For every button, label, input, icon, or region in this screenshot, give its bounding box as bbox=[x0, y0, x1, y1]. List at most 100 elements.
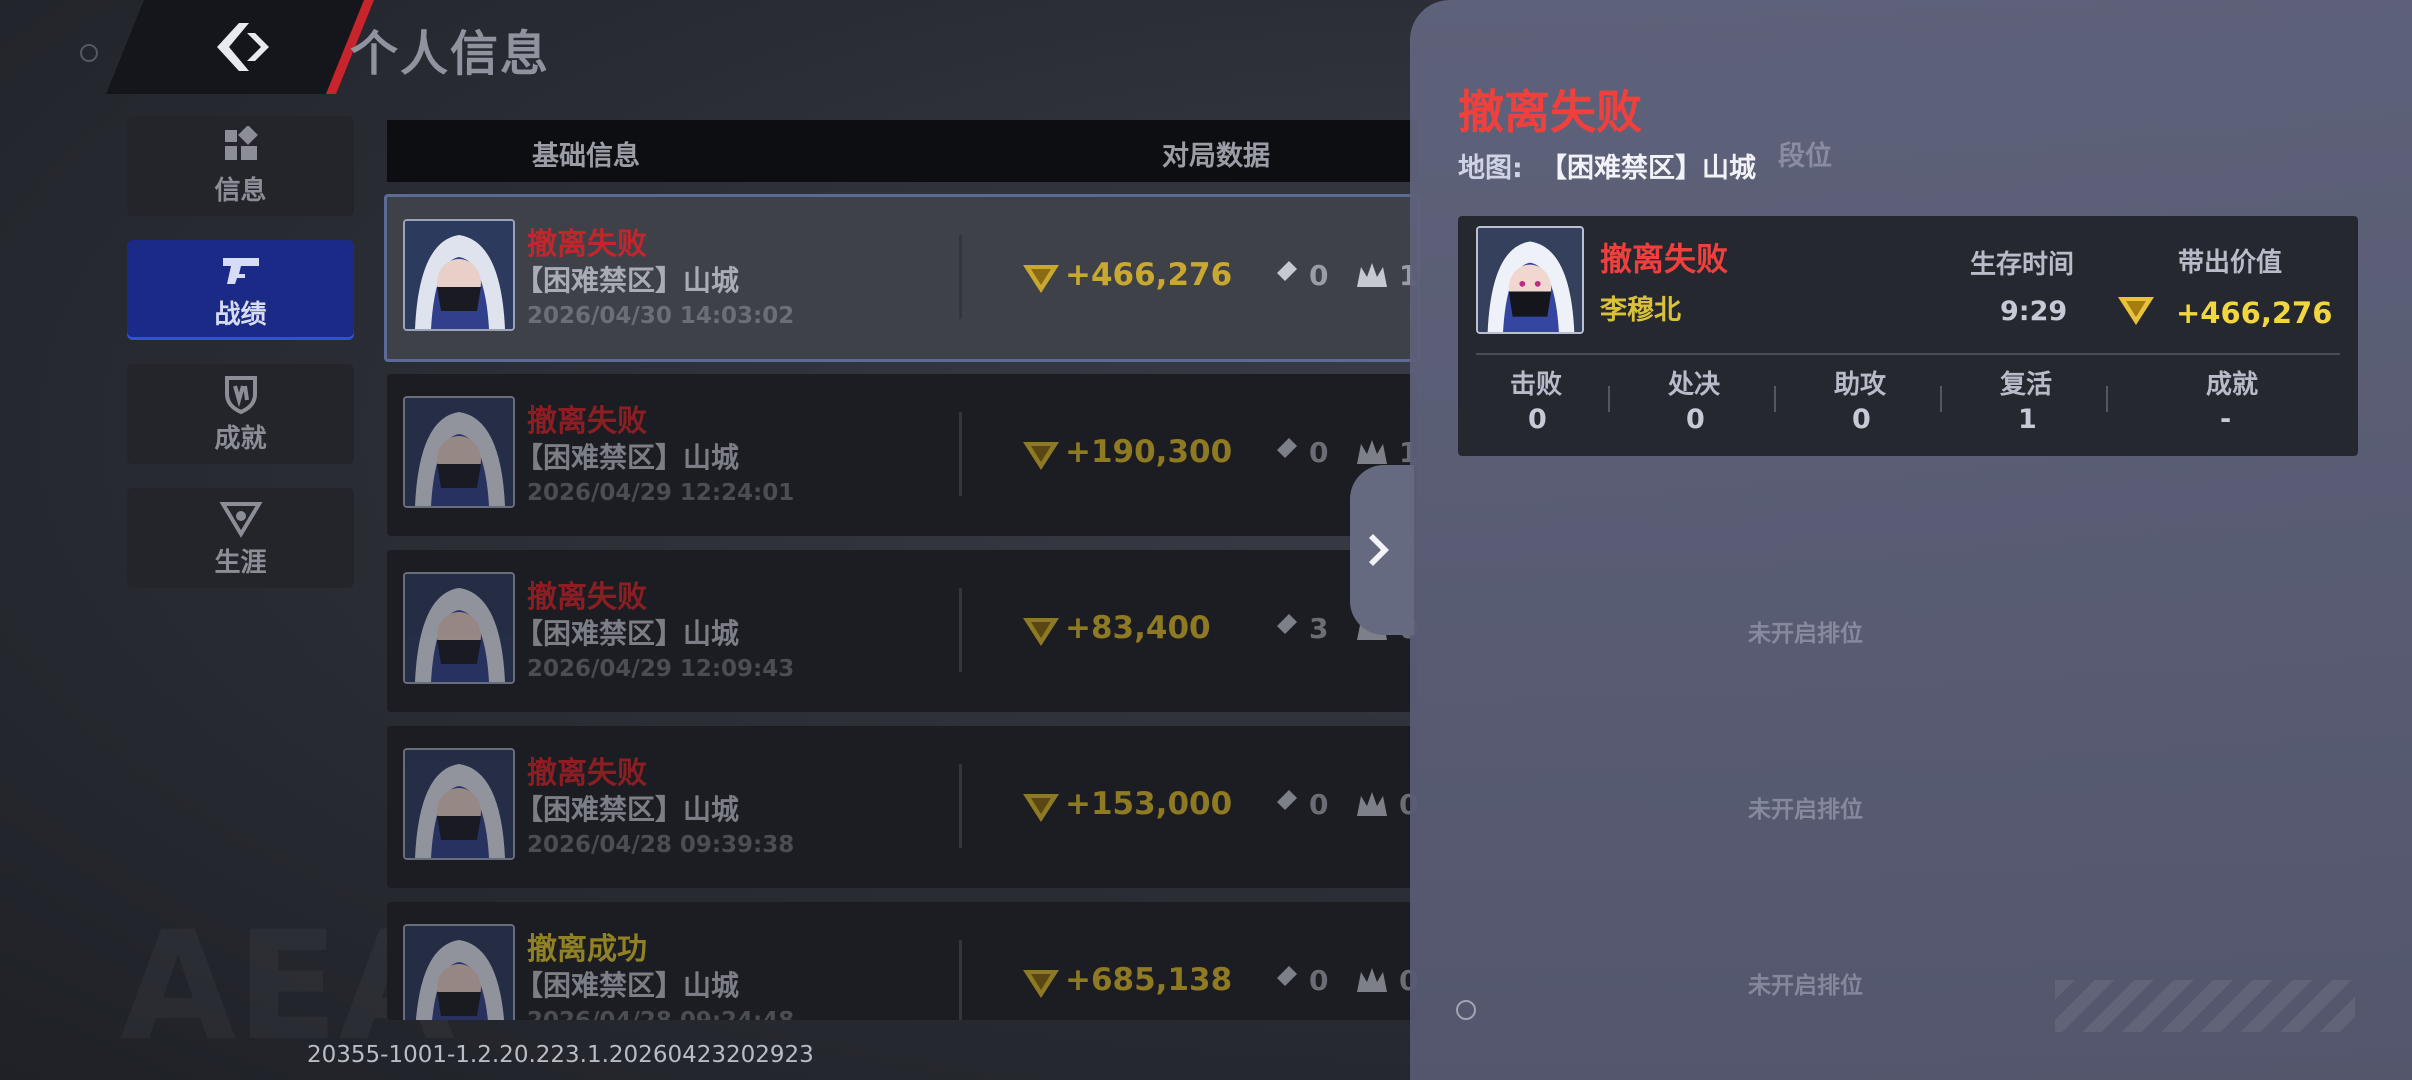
detail-title: 撤离失败 bbox=[1458, 85, 1642, 139]
gem-icon bbox=[1023, 618, 1059, 646]
extraction-status: 撤离失败 bbox=[527, 580, 647, 615]
sidebar-item-label: 生涯 bbox=[214, 547, 267, 578]
grid-icon bbox=[224, 125, 258, 160]
knife-icon bbox=[1271, 261, 1297, 287]
carry-value: +83,400 bbox=[1065, 610, 1211, 646]
carry-value: +466,276 bbox=[2176, 296, 2333, 330]
carry-value: +466,276 bbox=[1065, 257, 1233, 293]
kill-count: 0 bbox=[1309, 436, 1329, 469]
avatar bbox=[403, 219, 515, 331]
divider bbox=[2106, 386, 2108, 412]
carry-value: +685,138 bbox=[1065, 962, 1233, 998]
survive-time-value: 9:29 bbox=[2000, 296, 2068, 327]
back-arrow-icon bbox=[217, 23, 269, 71]
map-name: 【困难禁区】山城 bbox=[515, 617, 740, 650]
stat-label-assist: 助攻 bbox=[1834, 370, 1887, 400]
match-time: 2026/04/29 12:24:01 bbox=[527, 480, 795, 506]
rank-status: 未开启排位 bbox=[1748, 621, 1863, 647]
record-row[interactable]: 撤离失败 【困难禁区】山城 2026/04/29 12:24:01 +190,3… bbox=[387, 374, 1417, 536]
carry-value: +190,300 bbox=[1065, 434, 1233, 470]
flame-crown-icon bbox=[1357, 792, 1387, 816]
record-row[interactable]: 撤离失败 【困难禁区】山城 2026/04/30 14:03:02 +466,2… bbox=[384, 194, 1420, 362]
rank-status: 未开启排位 bbox=[1748, 797, 1863, 823]
collapse-panel-button[interactable] bbox=[1350, 465, 1414, 635]
stat-value-defeat: 0 bbox=[1528, 404, 1547, 435]
gem-icon bbox=[1023, 794, 1059, 822]
hatch-decoration bbox=[2055, 980, 2355, 1032]
divider bbox=[959, 764, 962, 848]
avatar bbox=[403, 396, 515, 508]
sidebar-item-label: 信息 bbox=[214, 175, 267, 206]
extraction-status: 撤离失败 bbox=[527, 756, 647, 791]
kill-count: 0 bbox=[1309, 259, 1329, 292]
sidebar-item-achievements[interactable]: 成就 bbox=[127, 364, 354, 464]
knife-icon bbox=[1271, 966, 1297, 992]
survive-time-label: 生存时间 bbox=[1970, 250, 2075, 280]
flame-crown-icon bbox=[1357, 968, 1387, 992]
version-string: 20355-1001-1.2.20.223.1.20260423202923 bbox=[307, 1042, 814, 1068]
stat-label-revive: 复活 bbox=[2000, 370, 2053, 400]
triangle-emblem-icon bbox=[218, 501, 263, 538]
page-title: 个人信息 bbox=[350, 26, 551, 82]
sidebar-item-records[interactable]: 战绩 bbox=[127, 240, 354, 340]
map-name: 【困难禁区】山城 bbox=[515, 441, 740, 474]
stat-value-revive: 1 bbox=[2018, 404, 2037, 435]
sidebar-item-label: 成就 bbox=[214, 423, 267, 454]
player-name: 李穆北 bbox=[1600, 295, 1681, 326]
carry-value-label: 带出价值 bbox=[2178, 248, 2283, 278]
divider bbox=[1940, 386, 1942, 412]
kill-count: 3 bbox=[1309, 612, 1329, 645]
divider bbox=[1476, 353, 2340, 355]
gem-icon bbox=[1023, 265, 1059, 293]
carry-value: +153,000 bbox=[1065, 786, 1233, 822]
extraction-status: 撤离成功 bbox=[527, 932, 647, 967]
flame-crown-icon bbox=[1357, 440, 1387, 464]
avatar bbox=[403, 924, 515, 1020]
player-result-card: 撤离失败 李穆北 生存时间 9:29 带出价值 +466,276 击败 0 处决… bbox=[1458, 216, 2358, 456]
knife-icon bbox=[1271, 790, 1297, 816]
avatar bbox=[403, 748, 515, 860]
record-row[interactable]: 撤离成功 【困难禁区】山城 2026/04/28 09:24:48 +685,1… bbox=[387, 902, 1417, 1020]
match-time: 2026/04/29 12:09:43 bbox=[527, 656, 795, 682]
map-label: 地图: bbox=[1458, 153, 1523, 184]
divider bbox=[1774, 386, 1776, 412]
rank-status: 未开启排位 bbox=[1748, 973, 1863, 999]
back-button[interactable] bbox=[190, 8, 290, 86]
trophy-icon bbox=[224, 375, 257, 414]
player-status: 撤离失败 bbox=[1600, 240, 1729, 278]
match-time: 2026/04/28 09:39:38 bbox=[527, 832, 795, 858]
match-time: 2026/04/28 09:24:48 bbox=[527, 1008, 794, 1020]
column-header-match: 对局数据 bbox=[1162, 141, 1270, 172]
divider bbox=[959, 588, 962, 672]
gem-icon bbox=[2118, 297, 2154, 325]
extraction-status: 撤离失败 bbox=[527, 404, 647, 439]
match-time: 2026/04/30 14:03:02 bbox=[527, 303, 795, 329]
sidebar-item-label: 战绩 bbox=[214, 299, 267, 330]
sidebar-item-career[interactable]: 生涯 bbox=[127, 488, 354, 588]
gem-icon bbox=[1023, 970, 1059, 998]
kill-count: 0 bbox=[1309, 788, 1329, 821]
map-name: 【困难禁区】山城 bbox=[515, 969, 740, 1002]
divider bbox=[959, 235, 962, 319]
divider bbox=[959, 940, 962, 1020]
stat-label-achievement: 成就 bbox=[2206, 370, 2259, 400]
map-value: 【困难禁区】山城 bbox=[1540, 153, 1756, 184]
pistol-icon bbox=[222, 257, 259, 284]
extraction-status: 撤离失败 bbox=[527, 227, 647, 262]
chevron-right-icon bbox=[1369, 534, 1389, 566]
stat-value-assist: 0 bbox=[1852, 404, 1871, 435]
divider bbox=[959, 412, 962, 496]
stat-label-defeat: 击败 bbox=[1510, 370, 1563, 400]
column-header-basic: 基础信息 bbox=[532, 141, 640, 172]
avatar bbox=[1476, 226, 1584, 334]
kill-count: 0 bbox=[1309, 964, 1329, 997]
records-table-header: 基础信息 对局数据 bbox=[387, 120, 1417, 182]
flame-crown-icon bbox=[1357, 263, 1387, 287]
stat-label-execute: 处决 bbox=[1668, 370, 1721, 400]
map-name: 【困难禁区】山城 bbox=[515, 793, 740, 826]
divider bbox=[1608, 386, 1610, 412]
corner-ring-decoration bbox=[1456, 1000, 1476, 1020]
record-row[interactable]: 撤离失败 【困难禁区】山城 2026/04/28 09:39:38 +153,0… bbox=[387, 726, 1417, 888]
record-row[interactable]: 撤离失败 【困难禁区】山城 2026/04/29 12:09:43 +83,40… bbox=[387, 550, 1417, 712]
sidebar-item-info[interactable]: 信息 bbox=[127, 116, 354, 216]
